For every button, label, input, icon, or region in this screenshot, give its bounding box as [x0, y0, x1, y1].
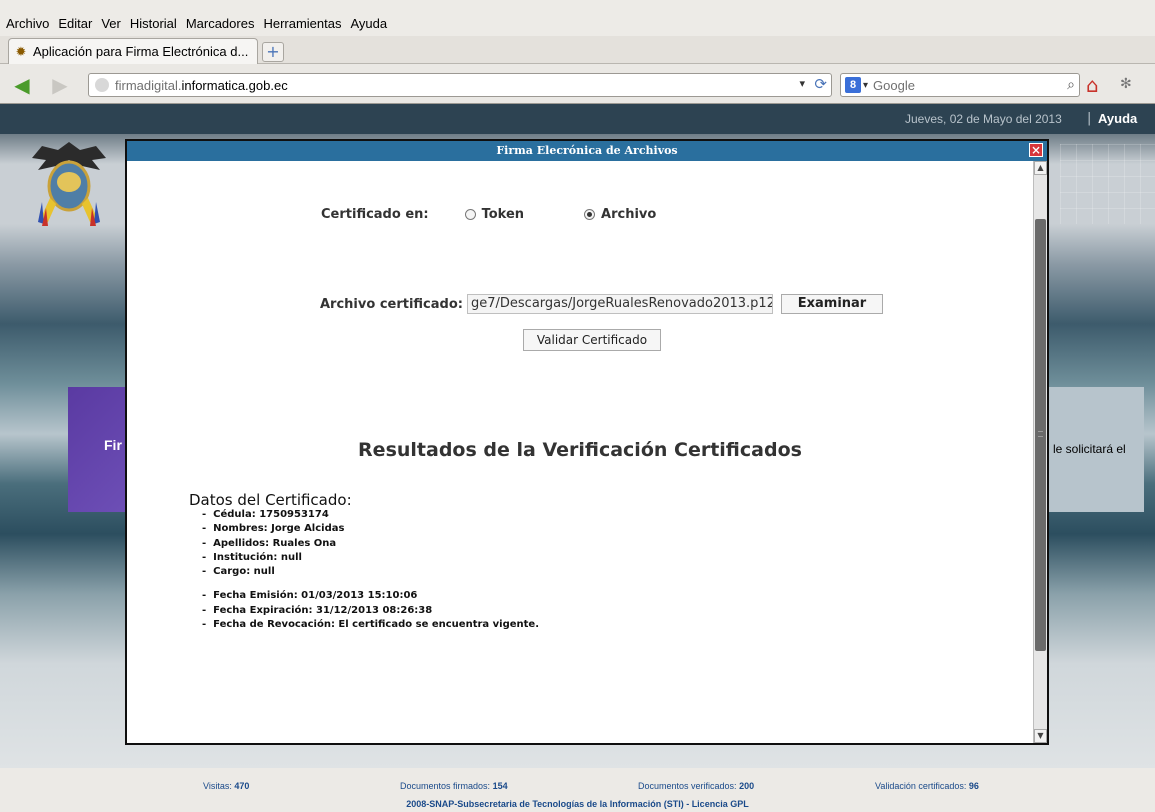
google-icon[interactable]: 8 [845, 77, 861, 93]
menu-herramientas[interactable]: Herramientas [263, 16, 341, 31]
stat-verificados-label: Documentos verificados: [638, 781, 737, 791]
url-host: informatica.gob.ec [181, 77, 288, 93]
page-header-strip: Jueves, 02 de Mayo del 2013 | Ayuda [0, 104, 1155, 134]
certificate-file-row: Archivo certificado: ge7/Descargas/Jorge… [320, 294, 883, 314]
background-panel-right-text: le solicitará el [1053, 442, 1126, 456]
radio-archivo[interactable]: Archivo [584, 207, 656, 222]
background-panel-left: Fir [68, 387, 128, 512]
list-item-fecha-expiracion: Fecha Expiración: 31/12/2013 08:26:38 [202, 604, 539, 618]
menu-marcadores[interactable]: Marcadores [186, 16, 255, 31]
stat-firmados: Documentos firmados: 154 [400, 781, 508, 791]
radio-token-circle[interactable] [464, 209, 476, 220]
modal-scrollbar[interactable]: ▲ ▼ [1033, 161, 1047, 743]
menu-archivo[interactable]: Archivo [6, 16, 49, 31]
certificate-source-row: Certificado en: Token Archivo [321, 207, 716, 222]
list-item-fecha-revocacion: Fecha de Revocación: El certificado se e… [202, 618, 539, 632]
stat-firmados-value: 154 [492, 781, 508, 791]
search-bar[interactable]: 8 ▾ Google ⌕ [840, 73, 1080, 97]
background-panel-left-text: Fir [104, 437, 122, 453]
certificate-data-list: Cédula: 1750953174 Nombres: Jorge Alcida… [202, 508, 539, 632]
tab-title: Aplicación para Firma Electrónica d... [33, 44, 249, 59]
stat-visitas-label: Visitas: [203, 781, 232, 791]
header-separator: | [1087, 111, 1092, 126]
header-date: Jueves, 02 de Mayo del 2013 [905, 112, 1062, 126]
search-icon[interactable]: ⌕ [1067, 76, 1075, 93]
scroll-up-icon[interactable]: ▲ [1034, 161, 1047, 175]
ecuador-seal-icon: ✹ [15, 43, 27, 59]
menu-items: Archivo Editar Ver Historial Marcadores … [6, 16, 387, 31]
list-item-cargo: Cargo: null [202, 565, 539, 579]
navigation-bar: ◀ ▶ firmadigital. informatica.gob.ec ▾ ⟳ … [0, 64, 1155, 104]
modal-body: Certificado en: Token Archivo Archivo ce… [127, 161, 1033, 743]
radio-token[interactable]: Token [464, 207, 525, 222]
browse-button[interactable]: Examinar [780, 294, 883, 314]
background-panel-right: le solicitará el [1048, 387, 1144, 512]
url-prefix: firmadigital. [115, 77, 182, 93]
help-link[interactable]: Ayuda [1098, 111, 1137, 126]
list-item-cedula: Cédula: 1750953174 [202, 508, 539, 522]
menu-ver[interactable]: Ver [101, 16, 121, 31]
forward-arrow-icon[interactable]: ▶ [48, 74, 72, 96]
scroll-thumb[interactable] [1035, 219, 1046, 651]
results-title: Resultados de la Verificación Certificad… [358, 439, 802, 461]
menu-historial[interactable]: Historial [130, 16, 177, 31]
menu-ayuda[interactable]: Ayuda [350, 16, 387, 31]
list-item-apellidos: Apellidos: Ruales Ona [202, 537, 539, 551]
menu-editar[interactable]: Editar [58, 16, 92, 31]
stat-verificados-value: 200 [739, 781, 755, 791]
search-engine-dropdown-icon[interactable]: ▾ [863, 80, 868, 91]
close-icon[interactable]: × [1029, 143, 1043, 157]
radio-archivo-label: Archivo [601, 207, 657, 222]
footer-license: 2008-SNAP-Subsecretaria de Tecnologías d… [406, 799, 749, 809]
url-dropdown-icon[interactable]: ▾ [799, 77, 805, 90]
certificate-file-input[interactable]: ge7/Descargas/JorgeRualesRenovado2013.p1… [466, 294, 773, 314]
url-bar[interactable]: firmadigital. informatica.gob.ec ▾ ⟳ [88, 73, 832, 97]
firma-modal: Firma Elecrónica de Archivos × Certifica… [125, 139, 1049, 745]
certificate-file-label: Archivo certificado: [320, 296, 463, 312]
stat-validacion-label: Validación certificados: [875, 781, 967, 791]
decorative-tiles [1060, 144, 1155, 224]
menu-bar: Archivo Editar Ver Historial Marcadores … [0, 0, 1155, 36]
home-icon[interactable]: ⌂ [1086, 73, 1099, 97]
radio-token-label: Token [481, 207, 525, 222]
list-item-institucion: Institución: null [202, 551, 539, 565]
stat-verificados: Documentos verificados: 200 [638, 781, 754, 791]
modal-title-text: Firma Elecrónica de Archivos [496, 144, 678, 157]
list-item-fecha-emision: Fecha Emisión: 01/03/2013 15:10:06 [202, 589, 539, 603]
stat-visitas: Visitas: 470 [203, 781, 249, 791]
reload-icon[interactable]: ⟳ [814, 75, 827, 93]
addon-icon[interactable]: ✻ [1120, 76, 1132, 92]
stat-visitas-value: 470 [234, 781, 250, 791]
certificate-data-title: Datos del Certificado: [189, 491, 352, 509]
list-spacer [202, 579, 539, 589]
scroll-down-icon[interactable]: ▼ [1034, 729, 1047, 743]
site-identity-icon[interactable] [95, 78, 109, 92]
stat-validacion-value: 96 [968, 781, 979, 791]
certificate-source-label: Certificado en: [321, 207, 429, 222]
tab-firma-electronica[interactable]: ✹ Aplicación para Firma Electrónica d... [8, 38, 258, 64]
radio-archivo-circle[interactable] [584, 209, 596, 220]
new-tab-button[interactable]: + [262, 42, 284, 62]
page-footer: Visitas: 470 Documentos firmados: 154 Do… [0, 768, 1155, 812]
stat-firmados-label: Documentos firmados: [400, 781, 491, 791]
ecuador-coat-of-arms-icon [32, 142, 106, 226]
modal-title: Firma Elecrónica de Archivos × [127, 141, 1047, 161]
back-arrow-icon[interactable]: ◀ [10, 74, 34, 96]
validate-certificate-button[interactable]: Validar Certificado [523, 329, 661, 351]
scroll-grip-icon [1038, 431, 1043, 437]
stat-validacion: Validación certificados: 96 [875, 781, 979, 791]
list-item-nombres: Nombres: Jorge Alcidas [202, 522, 539, 536]
search-placeholder: Google [873, 77, 915, 93]
tab-bar: ✹ Aplicación para Firma Electrónica d...… [0, 36, 1155, 64]
